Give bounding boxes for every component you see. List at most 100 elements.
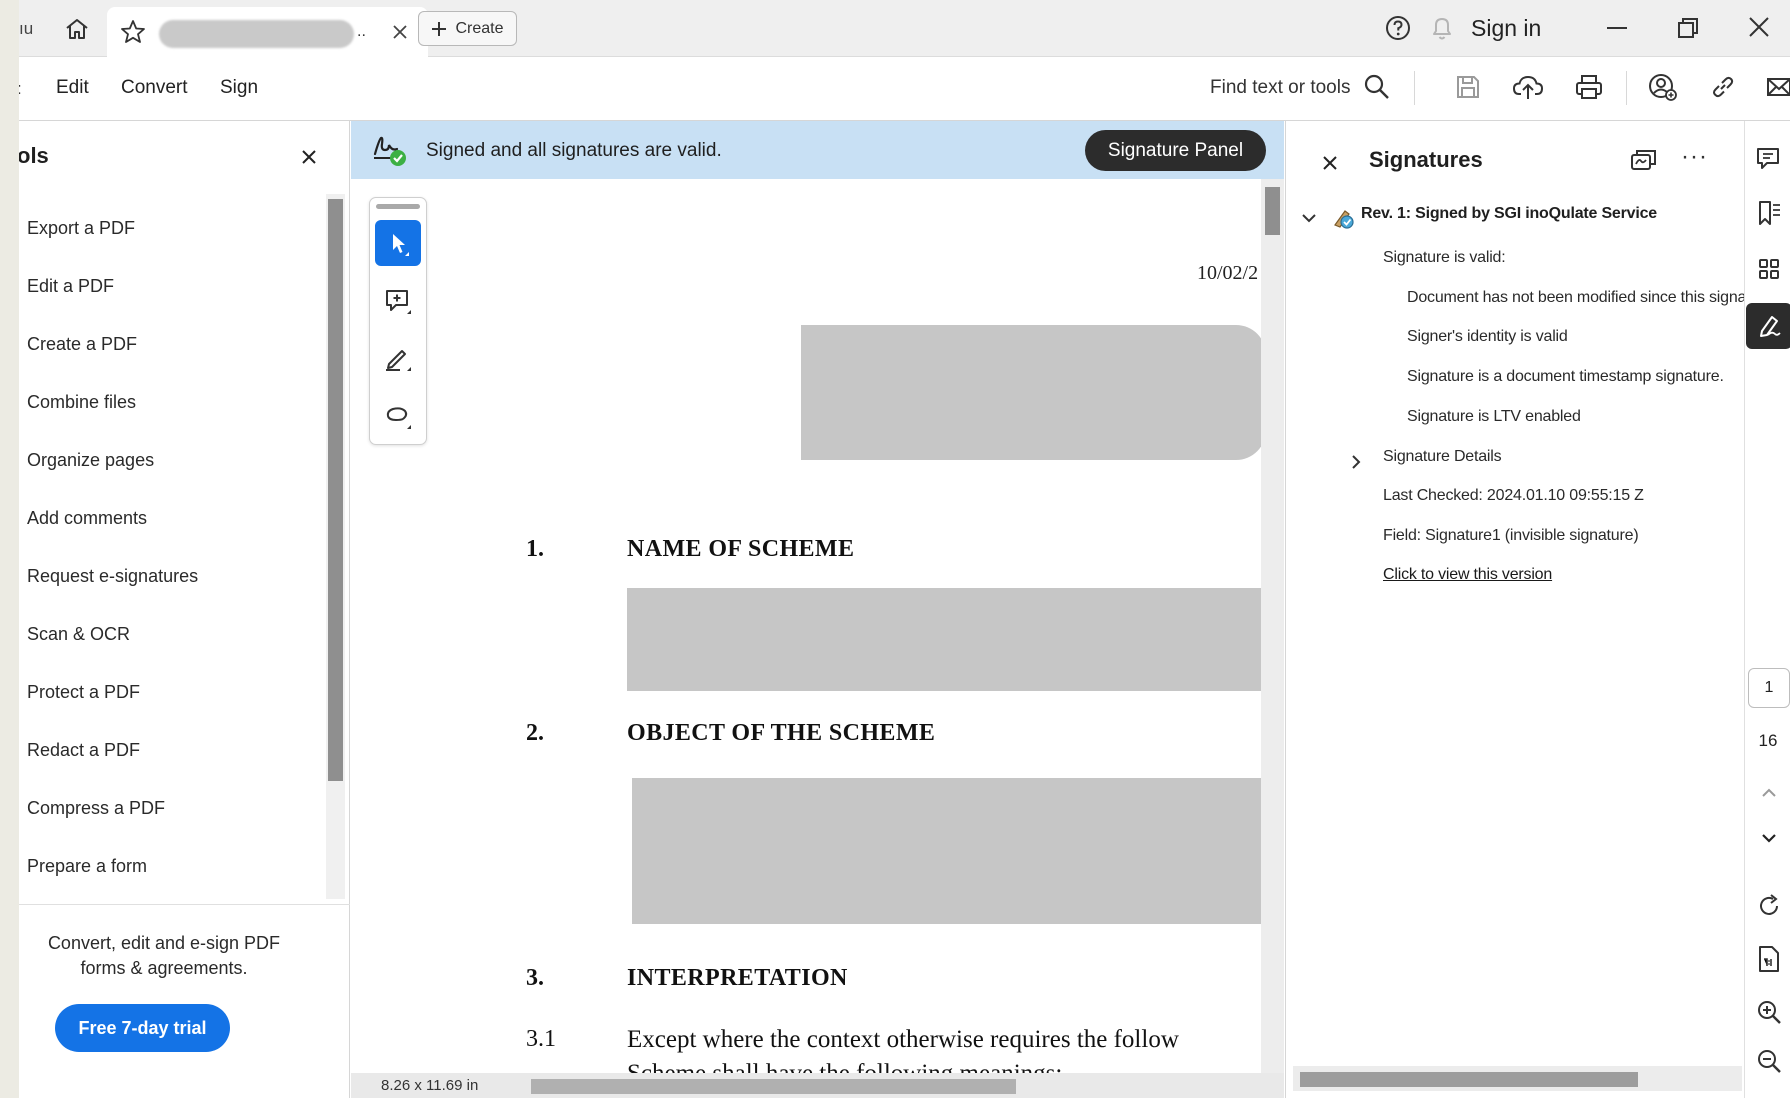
toolbar-drag-handle[interactable] (376, 204, 420, 209)
tools-panel-close-button[interactable] (297, 145, 321, 169)
bookmarks-panel-button[interactable] (1749, 193, 1789, 233)
window-restore-button[interactable] (1674, 14, 1702, 42)
previous-page-button[interactable] (1749, 773, 1789, 813)
pdf-page[interactable]: 10/02/2 1. NAME OF SCHEME 2. OBJECT OF T… (351, 179, 1261, 1077)
help-icon[interactable] (1384, 14, 1412, 42)
tab-close-button[interactable] (385, 17, 415, 47)
signature-panel-button[interactable]: Signature Panel (1085, 130, 1266, 171)
grid-icon (1759, 259, 1779, 279)
select-tool-button[interactable] (375, 220, 421, 266)
acrobat-window: ıu ████████████ .. Create Sign in (19, 0, 1790, 1098)
signature-last-checked: Last Checked: 2024.01.10 09:55:15 Z (1383, 487, 1644, 504)
right-tool-rail: 1 16 (1744, 121, 1790, 1098)
add-comment-tool-button[interactable] (375, 278, 421, 324)
view-version-link[interactable]: Click to view this version (1383, 566, 1552, 584)
signatures-panel-button[interactable] (1746, 303, 1790, 349)
signatures-scrollbar-thumb[interactable] (1300, 1072, 1638, 1087)
signatures-panel-title: Signatures (1369, 147, 1483, 172)
bookmark-icon (1759, 201, 1780, 225)
horizontal-scrollbar-thumb[interactable] (531, 1079, 1016, 1094)
window-minimize-button[interactable] (1603, 14, 1631, 42)
zoom-out-icon (1758, 1050, 1781, 1073)
tool-create-pdf[interactable]: Create a PDF (27, 315, 327, 373)
signature-valid-heading: Signature is valid: (1383, 249, 1506, 266)
print-icon[interactable] (1573, 71, 1605, 103)
document-scrollbar-thumb[interactable] (1265, 187, 1280, 235)
close-icon (302, 150, 316, 164)
redacted-block (801, 325, 1261, 460)
tool-compress-pdf[interactable]: Compress a PDF (27, 779, 327, 837)
page-thumbnails-button[interactable] (1749, 249, 1789, 289)
rotate-button[interactable] (1749, 886, 1789, 926)
menu-item-edit[interactable]: Edit (56, 77, 89, 99)
window-close-button[interactable] (1744, 12, 1774, 42)
signatures-panel: Signatures ··· Rev. 1: Signed by SGI ino… (1285, 121, 1790, 1098)
validate-signatures-icon[interactable] (1628, 145, 1660, 175)
close-icon (1749, 17, 1769, 37)
toolbar-separator (1414, 71, 1415, 105)
chevron-down-icon[interactable] (1300, 209, 1318, 227)
draw-tool-button[interactable] (375, 335, 421, 381)
fit-page-button[interactable] (1749, 939, 1789, 979)
signature-status-banner: Signed and all signatures are valid. Sig… (351, 121, 1284, 179)
promo-line: forms & agreements. (80, 958, 248, 978)
tool-export-pdf[interactable]: Export a PDF (27, 199, 327, 257)
next-page-button[interactable] (1749, 818, 1789, 858)
more-options-icon[interactable]: ··· (1681, 143, 1708, 171)
star-icon[interactable] (119, 18, 147, 46)
menu-item-cut-off[interactable]: : (19, 79, 22, 99)
cursor-arrow-icon (393, 234, 409, 256)
find-text-or-tools-button[interactable]: Find text or tools (1210, 77, 1350, 99)
tool-redact-pdf[interactable]: Redact a PDF (27, 721, 327, 779)
signature-validity-detail: Document has not been modified since thi… (1407, 289, 1790, 306)
lasso-tool-button[interactable] (375, 393, 421, 439)
tool-edit-pdf[interactable]: Edit a PDF (27, 257, 327, 315)
share-user-icon[interactable] (1646, 71, 1678, 103)
pen-icon (386, 350, 411, 371)
document-scrollbar-track[interactable] (1261, 179, 1284, 1077)
zoom-in-icon (1758, 1001, 1781, 1024)
tool-scan-ocr[interactable]: Scan & OCR (27, 605, 327, 663)
tool-prepare-form[interactable]: Prepare a form (27, 837, 327, 895)
notifications-bell-icon[interactable] (1429, 14, 1455, 42)
sign-in-button[interactable]: Sign in (1471, 15, 1541, 42)
redacted-block (632, 778, 1261, 924)
cloud-upload-icon[interactable] (1512, 71, 1544, 103)
home-button[interactable] (57, 10, 97, 48)
minimize-icon (1607, 27, 1627, 29)
tools-panel: ols Export a PDF Edit a PDF Create a PDF… (19, 121, 350, 1098)
chevron-right-icon[interactable] (1348, 453, 1364, 471)
tool-protect-pdf[interactable]: Protect a PDF (27, 663, 327, 721)
link-icon[interactable] (1707, 71, 1739, 103)
current-page-field[interactable]: 1 (1748, 668, 1790, 708)
previous-tab-label[interactable]: ıu (19, 19, 33, 39)
zoom-in-button[interactable] (1749, 992, 1789, 1032)
active-document-tab[interactable]: ████████████ .. (107, 7, 428, 58)
signature-validity-detail: Signature is a document timestamp signat… (1407, 368, 1724, 385)
menu-item-convert[interactable]: Convert (121, 77, 188, 99)
free-trial-button[interactable]: Free 7-day trial (55, 1004, 230, 1052)
save-icon[interactable] (1452, 71, 1484, 103)
menu-item-sign[interactable]: Sign (220, 77, 258, 99)
promo-text: Convert, edit and e-sign PDF forms & agr… (19, 931, 309, 981)
search-icon[interactable] (1362, 72, 1392, 102)
tool-organize-pages[interactable]: Organize pages (27, 431, 327, 489)
chevron-down-icon (1762, 834, 1776, 843)
title-bar: ıu ████████████ .. Create Sign in (19, 0, 1790, 58)
zoom-out-button[interactable] (1749, 1041, 1789, 1081)
signatures-panel-close-button[interactable] (1318, 151, 1342, 175)
comments-panel-button[interactable] (1749, 139, 1789, 179)
redacted-block (627, 588, 1261, 691)
page-size-label: 8.26 x 11.69 in (381, 1077, 479, 1094)
tools-scrollbar-thumb[interactable] (328, 199, 343, 781)
signature-revision-icon (1331, 205, 1357, 231)
email-icon[interactable] (1763, 71, 1790, 103)
sign-pen-icon (1760, 316, 1781, 337)
tool-add-comments[interactable]: Add comments (27, 489, 327, 547)
signature-details-toggle[interactable]: Signature Details (1383, 448, 1502, 466)
tool-combine-files[interactable]: Combine files (27, 373, 327, 431)
section-heading: NAME OF SCHEME (627, 536, 855, 562)
signature-revision-label[interactable]: Rev. 1: Signed by SGI inoQulate Service (1361, 205, 1657, 223)
create-button[interactable]: Create (418, 11, 517, 46)
tool-request-esignatures[interactable]: Request e-signatures (27, 547, 327, 605)
